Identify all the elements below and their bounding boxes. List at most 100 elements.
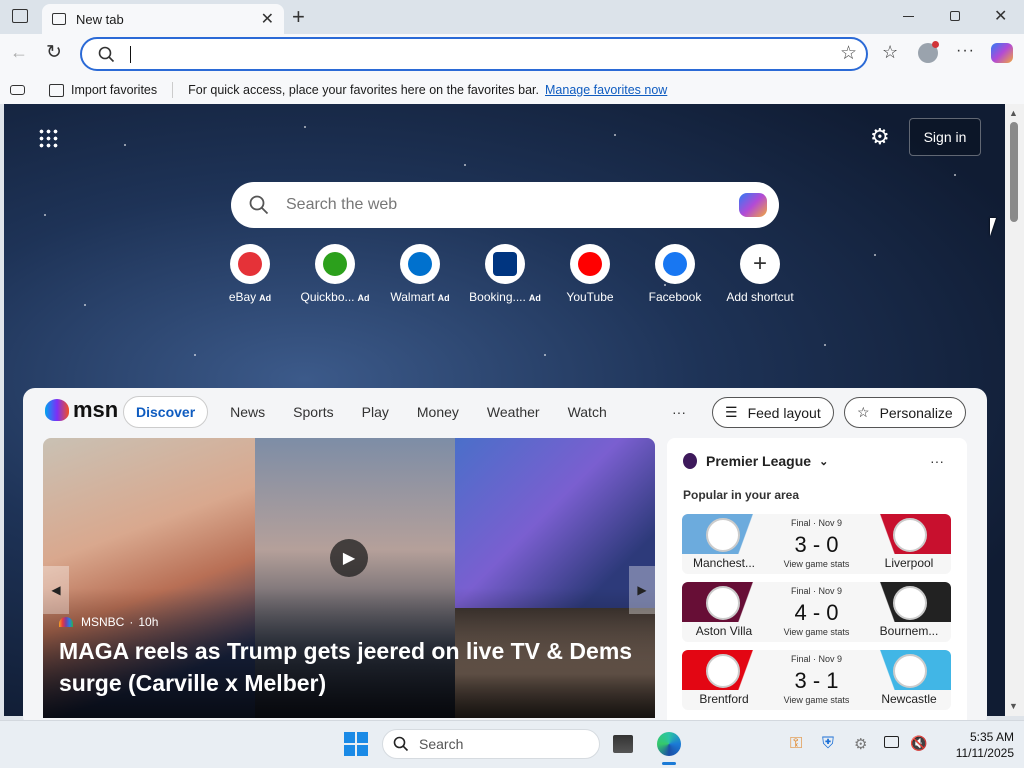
- shortcut-label: eBay: [228, 290, 257, 304]
- match-score: 3 - 0: [794, 532, 839, 557]
- shortcut-youtube[interactable]: YouTube: [548, 244, 632, 304]
- tab-money[interactable]: Money: [417, 404, 459, 420]
- edge-active-indicator: [662, 762, 676, 765]
- windows-start-icon[interactable]: [344, 732, 368, 756]
- settings-more-icon[interactable]: ···: [956, 42, 975, 60]
- msn-logo[interactable]: msn: [45, 397, 118, 423]
- tab-play[interactable]: Play: [362, 404, 389, 420]
- back-icon[interactable]: ←: [10, 42, 28, 63]
- sign-in-button[interactable]: Sign in: [909, 118, 981, 156]
- restore-icon[interactable]: [950, 11, 960, 21]
- tab-discover[interactable]: Discover: [123, 396, 209, 428]
- new-tab-icon[interactable]: +: [292, 4, 305, 30]
- hero-source-row: MSNBC · 10h: [59, 615, 158, 629]
- web-search-placeholder: Search the web: [286, 196, 398, 213]
- feed-layout-button[interactable]: ☰ Feed layout: [712, 397, 834, 428]
- personalize-button[interactable]: ☆ Personalize: [844, 397, 966, 428]
- tab-weather[interactable]: Weather: [487, 404, 540, 420]
- page-scrollbar[interactable]: ▲ ▼: [1005, 104, 1024, 716]
- page-settings-icon[interactable]: ⚙: [870, 124, 890, 150]
- web-search-box[interactable]: Search the web: [231, 182, 779, 228]
- tab-news[interactable]: News: [230, 404, 265, 420]
- update-tray-icon[interactable]: ⚙: [854, 735, 867, 753]
- clock-date: 11/11/2025: [955, 746, 1014, 760]
- walmart-icon: [400, 244, 440, 284]
- shortcut-quickbo[interactable]: Quickbo... Ad: [293, 244, 377, 304]
- tab-favicon-icon: [52, 13, 66, 25]
- feed-more-icon[interactable]: ···: [672, 404, 686, 420]
- match-row[interactable]: Aston Villa Bournem... Final · Nov 94 - 0V…: [682, 582, 951, 642]
- view-game-stats-link[interactable]: View game stats: [682, 695, 951, 705]
- refresh-icon[interactable]: ↻: [46, 41, 62, 64]
- match-status: Final · Nov 9: [790, 654, 843, 664]
- shortcut-ebay[interactable]: eBay Ad: [208, 244, 292, 304]
- address-bar[interactable]: ☆: [80, 37, 868, 71]
- copilot-icon[interactable]: [991, 43, 1013, 63]
- import-favorites-button[interactable]: Import favorites: [71, 83, 157, 97]
- edge-taskbar-icon[interactable]: [657, 732, 681, 756]
- key-tray-icon[interactable]: ⚿: [790, 735, 802, 753]
- task-view-icon[interactable]: [613, 735, 633, 753]
- league-header[interactable]: Premier League ⌄: [683, 453, 828, 469]
- favorites-icon[interactable]: ☆: [882, 42, 898, 63]
- profile-alert-dot: [932, 41, 939, 48]
- msn-brand: msn: [73, 397, 119, 422]
- tab-sports[interactable]: Sports: [293, 404, 333, 420]
- close-window-icon[interactable]: ✕: [994, 6, 1007, 26]
- facebook-icon: [655, 244, 695, 284]
- tab-watch[interactable]: Watch: [568, 404, 607, 420]
- match-score: 3 - 1: [794, 668, 839, 693]
- text-cursor: [130, 46, 131, 63]
- carousel-prev-icon[interactable]: ◀: [43, 566, 69, 614]
- tab-new-tab[interactable]: New tab ✕: [42, 4, 284, 34]
- msnbc-logo-icon: [59, 617, 73, 627]
- scrollbar-thumb[interactable]: [1010, 122, 1018, 222]
- shortcut-label: Quickbo...: [300, 290, 355, 304]
- clock[interactable]: 5:35 AM 11/11/2025: [934, 729, 1014, 761]
- hero-headline-line-2: surge (Carville x Melber): [59, 670, 327, 696]
- hero-headline[interactable]: MAGA reels as Trump gets jeered on live …: [59, 635, 632, 699]
- shortcut-label: Add shortcut: [726, 290, 794, 304]
- shortcut-walmart[interactable]: Walmart Ad: [378, 244, 462, 304]
- shortcut-add-shortcut[interactable]: + Add shortcut: [718, 244, 802, 304]
- minimize-icon[interactable]: [903, 16, 914, 17]
- scroll-down-icon[interactable]: ▼: [1009, 701, 1018, 711]
- league-subtitle: Popular in your area: [683, 488, 800, 502]
- network-tray-icon[interactable]: [884, 736, 899, 748]
- match-row[interactable]: Brentford Newcastle Final · Nov 93 - 1 View…: [682, 650, 951, 710]
- match-status: Final · Nov 9: [790, 518, 843, 528]
- import-icon: [49, 83, 64, 97]
- volume-tray-icon[interactable]: 🔇: [910, 735, 927, 752]
- close-tab-icon[interactable]: ✕: [261, 9, 274, 29]
- hero-image-right-top: [455, 438, 655, 608]
- favorites-bar: Import favorites For quick access, place…: [0, 76, 1024, 104]
- collections-icon[interactable]: [10, 85, 25, 95]
- shortcut-label: Facebook: [648, 290, 702, 304]
- manage-favorites-link[interactable]: Manage favorites now: [545, 83, 667, 97]
- league-more-icon[interactable]: ···: [930, 453, 944, 469]
- favorite-star-icon[interactable]: ☆: [840, 42, 857, 65]
- feed-layout-label: Feed layout: [747, 404, 821, 421]
- copilot-search-icon[interactable]: [739, 193, 767, 217]
- apps-grid-icon[interactable]: [38, 128, 58, 148]
- view-game-stats-link[interactable]: View game stats: [682, 627, 951, 637]
- ebay-icon: [230, 244, 270, 284]
- favorites-hint: For quick access, place your favorites h…: [188, 83, 540, 97]
- search-icon: [249, 195, 269, 215]
- scroll-up-icon[interactable]: ▲: [1009, 108, 1018, 118]
- tab-actions-icon[interactable]: [12, 9, 28, 23]
- carousel-next-icon[interactable]: ▶: [629, 566, 655, 614]
- hero-story-card[interactable]: ▶ ◀ ▶ MSNBC · 10h MAGA reels as Trump ge…: [43, 438, 655, 718]
- view-game-stats-link[interactable]: View game stats: [682, 559, 951, 569]
- taskbar-search-box[interactable]: Search: [382, 729, 600, 759]
- security-tray-icon[interactable]: ⛨: [822, 735, 834, 753]
- premier-league-icon: [683, 453, 697, 469]
- msn-butterfly-icon: [45, 399, 69, 421]
- ad-badge: Ad: [528, 293, 541, 303]
- tab-title: New tab: [76, 11, 124, 27]
- play-icon[interactable]: ▶: [330, 539, 368, 577]
- shortcut-booking[interactable]: Booking.... Ad: [463, 244, 547, 304]
- hero-headline-line-1: MAGA reels as Trump gets jeered on live …: [59, 638, 633, 664]
- match-row[interactable]: Manchest... Liverpool Final · Nov 93 - 0 Vi…: [682, 514, 951, 574]
- shortcut-facebook[interactable]: Facebook: [633, 244, 717, 304]
